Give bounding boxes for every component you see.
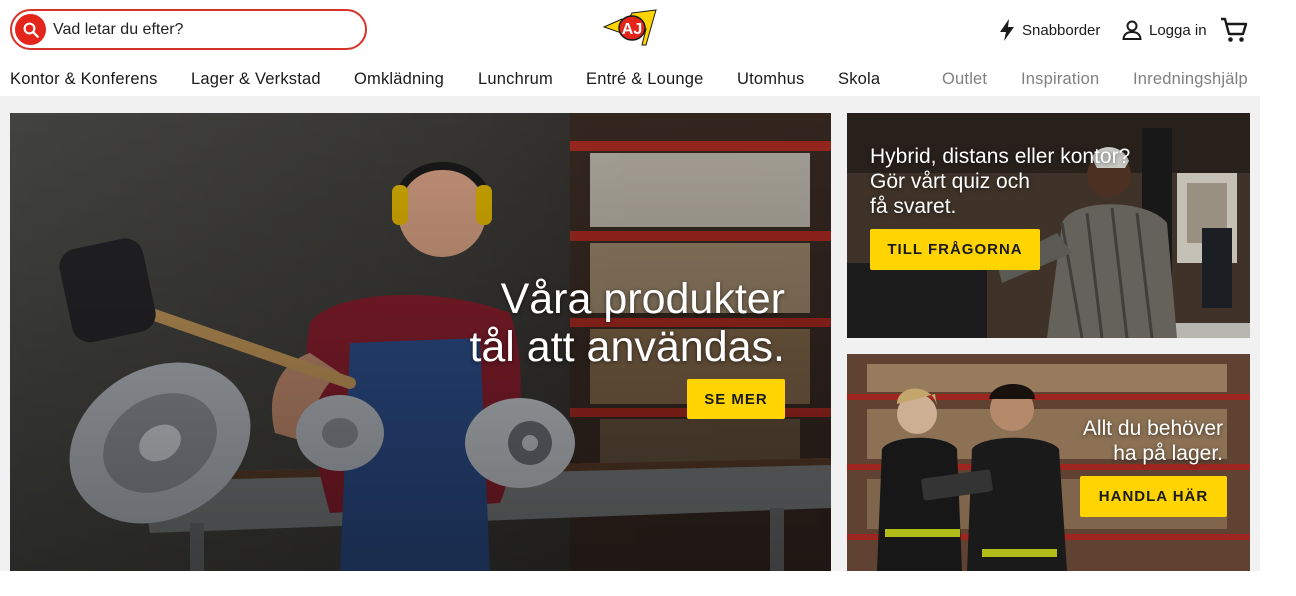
login-label: Logga in [1149,21,1207,39]
nav-item-kontor[interactable]: Kontor & Konferens [10,70,158,89]
quiz-headline: Hybrid, distans eller kontor? Gör vårt q… [870,144,1130,219]
stock-banner[interactable]: Allt du behöver ha på lager. HANDLA HÄR [847,354,1250,571]
bolt-icon [1000,19,1014,41]
quick-order-label: Snabborder [1022,21,1101,39]
quiz-headline-line1: Hybrid, distans eller kontor? [870,145,1131,168]
hero-headline-line1: Våra produkter [500,275,785,323]
handla-har-button[interactable]: HANDLA HÄR [1080,476,1227,517]
user-icon [1122,20,1142,40]
nav-item-skola[interactable]: Skola [838,70,880,89]
search-input[interactable] [53,17,353,43]
quiz-headline-line3: få svaret. [870,195,957,218]
hero-banner[interactable]: Våra produkter tål att användas. SE MER [10,113,831,571]
quick-order-link[interactable]: Snabborder [998,16,1100,44]
nav-item-outlet[interactable]: Outlet [942,70,987,89]
till-fragorna-button[interactable]: TILL FRÅGORNA [870,229,1040,270]
hero-headline-line2: tål att användas. [469,323,785,371]
nav-item-inspiration[interactable]: Inspiration [1021,70,1099,89]
nav-item-omkladning[interactable]: Omklädning [354,70,444,89]
nav-item-inredningshjalp[interactable]: Inredningshjälp [1133,70,1248,89]
quiz-headline-line2: Gör vårt quiz och [870,170,1030,193]
nav-item-entre[interactable]: Entré & Lounge [586,70,703,89]
nav-item-lager[interactable]: Lager & Verkstad [191,70,321,89]
stock-headline-line2: ha på lager. [1113,442,1223,465]
aj-logo[interactable]: AJ [602,9,658,49]
cart-button[interactable] [1219,15,1249,45]
search-button[interactable] [15,14,46,45]
quiz-banner[interactable]: Hybrid, distans eller kontor? Gör vårt q… [847,113,1250,338]
hero-headline: Våra produkter tål att användas. [469,275,785,371]
cart-icon [1221,17,1248,42]
stock-headline: Allt du behöver ha på lager. [1083,416,1223,466]
nav-item-lunchrum[interactable]: Lunchrum [478,70,553,89]
logo-text: AJ [622,21,642,38]
login-link[interactable]: Logga in [1120,16,1207,44]
se-mer-button[interactable]: SE MER [687,379,785,419]
nav-item-utomhus[interactable]: Utomhus [737,70,804,89]
search-bar[interactable] [10,9,367,50]
search-icon [23,22,39,38]
stock-headline-line1: Allt du behöver [1082,417,1223,440]
main-nav: Kontor & Konferens Lager & Verkstad Omkl… [0,68,1260,95]
